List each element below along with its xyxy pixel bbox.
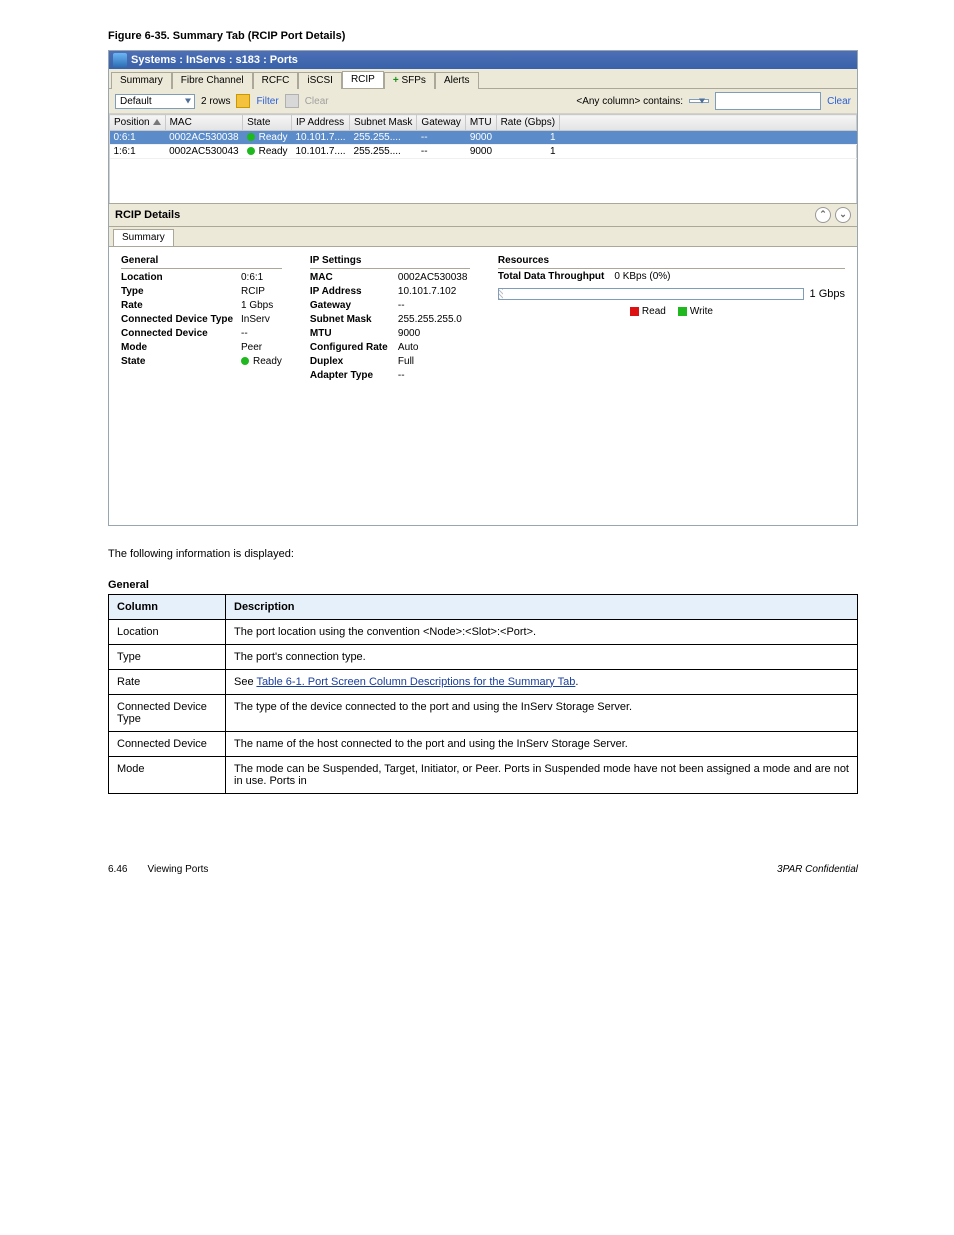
category-general-heading: General xyxy=(108,579,954,591)
desc-row: LocationThe port location using the conv… xyxy=(109,619,858,644)
page-footer: 6.46 Viewing Ports 3PAR Confidential xyxy=(0,824,954,905)
desc-row: ModeThe mode can be Suspended, Target, I… xyxy=(109,756,858,793)
footer-section: Viewing Ports xyxy=(147,864,208,875)
tab-rcfc[interactable]: RCFC xyxy=(253,72,299,89)
plus-badge: + xyxy=(393,75,399,86)
throughput-value: 0 KBps (0%) xyxy=(614,271,670,282)
rows-count: 2 rows xyxy=(201,96,230,107)
desc-col-header: Column xyxy=(109,594,226,619)
subtab-summary[interactable]: Summary xyxy=(113,229,174,246)
anycolumn-label: <Any column> contains: xyxy=(576,96,683,107)
col-mtu[interactable]: MTU xyxy=(465,115,496,131)
filter-dropdown[interactable]: Default xyxy=(115,94,195,109)
tab-rcip[interactable]: RCIP xyxy=(342,71,384,88)
throughput-label: Total Data Throughput xyxy=(498,271,604,282)
page-number: 6.46 xyxy=(108,864,127,875)
clear-icon xyxy=(285,94,299,108)
resources-column: Resources Total Data Throughput 0 KBps (… xyxy=(498,255,845,505)
clear-link-right[interactable]: Clear xyxy=(827,96,851,107)
ip-settings-column: IP Settings MAC0002AC530038 IP Address10… xyxy=(310,255,470,505)
cross-ref-link[interactable]: Table 6-1. Port Screen Column Descriptio… xyxy=(256,676,575,688)
ports-table: Position MAC State IP Address Subnet Mas… xyxy=(109,114,857,159)
toolbar: Default 2 rows Filter Clear <Any column>… xyxy=(109,89,857,114)
description-table: Column Description LocationThe port loca… xyxy=(108,594,858,794)
app-window: Systems : InServs : s183 : Ports Summary… xyxy=(108,50,858,526)
desc-row: Connected Device TypeThe type of the dev… xyxy=(109,694,858,731)
col-mac[interactable]: MAC xyxy=(165,115,243,131)
col-position[interactable]: Position xyxy=(110,115,166,131)
ip-settings-heading: IP Settings xyxy=(310,255,470,269)
write-swatch xyxy=(678,307,687,316)
col-ip[interactable]: IP Address xyxy=(292,115,350,131)
footer-confidential: 3PAR Confidential xyxy=(777,864,858,875)
col-state[interactable]: State xyxy=(243,115,292,131)
throughput-legend: Read Write xyxy=(498,306,845,317)
details-subtabbar: Summary xyxy=(109,227,857,247)
tab-alerts[interactable]: Alerts xyxy=(435,72,479,89)
anycolumn-dropdown[interactable] xyxy=(689,99,709,103)
col-rate[interactable]: Rate (Gbps) xyxy=(496,115,559,131)
details-header: RCIP Details ⌃ ⌄ xyxy=(109,203,857,227)
desc-header-row: Column Description xyxy=(109,594,858,619)
collapse-up-button[interactable]: ⌃ xyxy=(815,207,831,223)
clear-filter-link[interactable]: Clear xyxy=(305,96,329,107)
window-titlebar: Systems : InServs : s183 : Ports xyxy=(109,51,857,69)
tab-fibre-channel[interactable]: Fibre Channel xyxy=(172,72,253,89)
desc-desc-header: Description xyxy=(226,594,858,619)
desc-row: TypeThe port's connection type. xyxy=(109,644,858,669)
desc-row: RateSee Table 6-1. Port Screen Column De… xyxy=(109,669,858,694)
filter-icon xyxy=(236,94,250,108)
tab-summary[interactable]: Summary xyxy=(111,72,172,89)
table-row[interactable]: 0:6:1 0002AC530038 Ready 10.101.7.... 25… xyxy=(110,131,857,145)
collapse-down-button[interactable]: ⌄ xyxy=(835,207,851,223)
read-swatch xyxy=(630,307,639,316)
tab-iscsi[interactable]: iSCSI xyxy=(298,72,342,89)
filter-link[interactable]: Filter xyxy=(256,96,278,107)
resources-heading: Resources xyxy=(498,255,845,269)
filter-input[interactable] xyxy=(715,92,821,110)
col-gateway[interactable]: Gateway xyxy=(417,115,465,131)
throughput-scale-max: 1 Gbps xyxy=(810,288,845,300)
col-mask[interactable]: Subnet Mask xyxy=(350,115,417,131)
app-icon xyxy=(113,53,127,67)
tab-sfps[interactable]: + SFPs xyxy=(384,72,435,89)
table-row[interactable]: 1:6:1 0002AC530043 Ready 10.101.7.... 25… xyxy=(110,145,857,159)
details-body: General Location0:6:1 TypeRCIP Rate1 Gbp… xyxy=(109,247,857,525)
intro-text: The following information is displayed: xyxy=(0,546,954,573)
status-dot-icon xyxy=(247,147,255,155)
desc-row: Connected DeviceThe name of the host con… xyxy=(109,731,858,756)
general-column: General Location0:6:1 TypeRCIP Rate1 Gbp… xyxy=(121,255,282,505)
sort-asc-icon xyxy=(153,119,161,125)
figure-caption: Figure 6-35. Summary Tab (RCIP Port Deta… xyxy=(108,30,954,42)
status-dot-icon xyxy=(247,133,255,141)
top-tabbar: Summary Fibre Channel RCFC iSCSI RCIP + … xyxy=(109,69,857,89)
status-dot-icon xyxy=(241,357,249,365)
throughput-bar xyxy=(498,288,804,300)
general-heading: General xyxy=(121,255,282,269)
window-title: Systems : InServs : s183 : Ports xyxy=(131,54,298,66)
